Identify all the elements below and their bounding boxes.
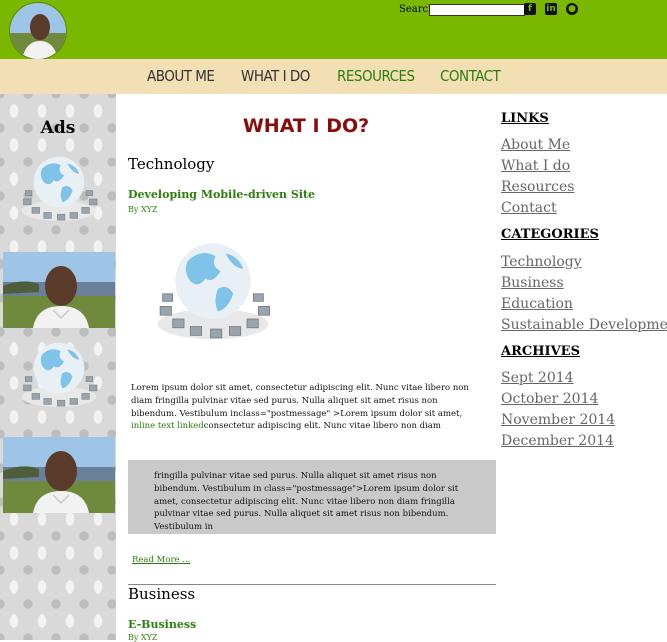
- category-link-sustainable-development[interactable]: Sustainable Development: [501, 317, 667, 333]
- ad-globe-image[interactable]: [3, 150, 115, 226]
- ad-person-photo[interactable]: [3, 252, 115, 328]
- post-globe-image: [150, 224, 276, 356]
- category-link-education[interactable]: Education: [501, 296, 573, 312]
- post-text-part: Lorem ipsum dolor sit amet, consectetur …: [131, 383, 469, 419]
- links-title: LINKS: [501, 111, 549, 126]
- post-author: By XYZ: [128, 633, 158, 642]
- section-heading: Technology: [128, 155, 215, 173]
- sidebar-link-about-me[interactable]: About Me: [501, 137, 570, 153]
- post-author: By XYZ: [128, 205, 158, 214]
- archive-link-sept-2014[interactable]: Sept 2014: [501, 370, 574, 386]
- category-link-business[interactable]: Business: [501, 275, 564, 291]
- blockquote: fringilla pulvinar vitae sed purus. Null…: [128, 460, 496, 534]
- blockquote-text: fringilla pulvinar vitae sed purus. Null…: [154, 471, 459, 532]
- sidebar-link-contact[interactable]: Contact: [501, 200, 557, 216]
- inline-text-link[interactable]: inline text linked: [131, 421, 204, 431]
- archive-link-october-2014[interactable]: October 2014: [501, 391, 598, 407]
- main-content: WHAT I DO? Technology Developing Mobile-…: [116, 94, 500, 642]
- archive-link-november-2014[interactable]: November 2014: [501, 412, 615, 428]
- nav-item-resources[interactable]: RESOURCES: [337, 67, 415, 85]
- archives-title: ARCHIVES: [501, 344, 580, 359]
- page-title: WHAT I DO?: [242, 115, 370, 137]
- post-title-link[interactable]: E-Business: [128, 618, 196, 631]
- read-more-link[interactable]: Read More ...: [132, 555, 190, 565]
- ads-title: Ads: [40, 118, 76, 138]
- facebook-icon[interactable]: f: [524, 3, 536, 15]
- post-title-link[interactable]: Developing Mobile-driven Site: [128, 188, 315, 201]
- category-link-technology[interactable]: Technology: [501, 254, 582, 270]
- categories-title: CATEGORIES: [501, 227, 599, 242]
- nav-item-about-me[interactable]: ABOUT ME: [147, 67, 215, 85]
- sidebar-link-what-i-do[interactable]: What I do: [501, 158, 570, 174]
- avatar-photo: [10, 3, 66, 59]
- main-nav: ABOUT ME WHAT I DO RESOURCES CONTACT: [0, 59, 667, 94]
- ad-person-photo[interactable]: [3, 437, 115, 513]
- section-heading: Business: [128, 585, 196, 603]
- search-input[interactable]: [429, 4, 525, 16]
- ads-sidebar: Ads: [0, 94, 116, 640]
- github-icon[interactable]: ●: [566, 3, 578, 15]
- ad-globe-image[interactable]: [3, 336, 115, 412]
- archive-link-december-2014[interactable]: December 2014: [501, 433, 614, 449]
- header-bar: Search: f in ●: [0, 0, 667, 60]
- right-sidebar: LINKS About Me What I do Resources Conta…: [500, 94, 667, 640]
- avatar[interactable]: [9, 2, 67, 60]
- nav-item-what-i-do[interactable]: WHAT I DO: [241, 67, 310, 85]
- sidebar-link-resources[interactable]: Resources: [501, 179, 574, 195]
- nav-item-contact[interactable]: CONTACT: [440, 67, 501, 85]
- linkedin-icon[interactable]: in: [545, 3, 557, 15]
- post-excerpt: Lorem ipsum dolor sit amet, consectetur …: [131, 382, 481, 433]
- post-text-part: consectetur adipiscing elit. Nunc vitae …: [203, 421, 441, 432]
